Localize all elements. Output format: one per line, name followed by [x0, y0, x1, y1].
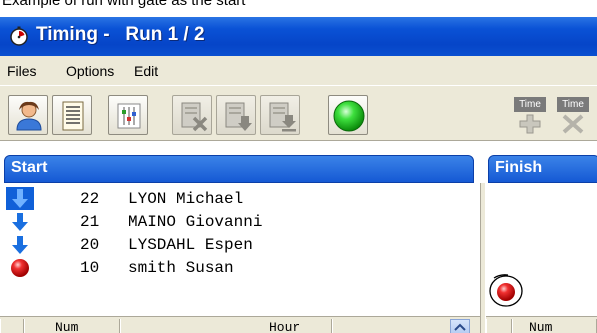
settings-button[interactable]	[108, 95, 148, 135]
delete-document-icon	[181, 102, 208, 132]
stopwatch-icon	[10, 26, 28, 46]
start-row[interactable]: 21 MAINO Giovanni	[6, 210, 474, 233]
green-light-icon	[333, 100, 365, 132]
header-spacer	[0, 319, 24, 333]
start-row[interactable]: 10 smith Susan	[6, 256, 474, 279]
bib-number: 22	[80, 190, 100, 208]
bib-number: 20	[80, 236, 100, 254]
time-add-label: Time	[514, 97, 546, 112]
cross-icon	[562, 114, 584, 134]
start-panel-title: Start	[11, 159, 48, 176]
finish-column-header-num-label: Num	[529, 320, 553, 333]
column-header-num-label: Num	[55, 320, 79, 333]
toolbar: Time Time	[0, 85, 597, 141]
start-row[interactable]: 22 LYON Michael	[6, 187, 474, 210]
move-last-button[interactable]	[260, 95, 300, 135]
finish-red-dot-icon[interactable]	[488, 270, 524, 308]
window-titlebar: Timing - Run 1 / 2	[0, 17, 597, 56]
bib-number: 10	[80, 259, 100, 277]
down-arrow-icon	[12, 213, 28, 231]
red-dot-icon	[11, 259, 29, 277]
move-down-button[interactable]	[216, 95, 256, 135]
caption-text: Example of run with gate as the start	[2, 0, 246, 9]
competitor-name: smith Susan	[128, 259, 234, 277]
finish-table-header: Num	[486, 316, 597, 333]
column-header-num[interactable]: Num	[24, 319, 120, 333]
time-add-button[interactable]: Time	[512, 94, 548, 136]
competitor-name: MAINO Giovanni	[128, 213, 263, 231]
down-arrow-icon	[12, 236, 28, 254]
list-button[interactable]	[52, 95, 92, 135]
menu-bar: Files Options Edit	[0, 56, 597, 85]
start-table-header: Num Hour	[0, 316, 480, 333]
start-panel-header: Start	[4, 155, 474, 183]
column-header-hour-label: Hour	[269, 320, 301, 333]
column-header-empty	[332, 319, 446, 333]
down-arrow-icon	[12, 189, 28, 208]
finish-column-header-num[interactable]: Num	[512, 319, 597, 333]
menu-edit[interactable]: Edit	[134, 63, 158, 79]
finish-panel-header: Finish	[488, 155, 597, 183]
competitor-name: LYSDAHL Espen	[128, 236, 253, 254]
column-header-hour[interactable]: Hour	[120, 319, 332, 333]
scroll-up-button[interactable]	[450, 319, 470, 333]
image-caption: Example of run with gate as the start	[0, 0, 597, 17]
status-light-button[interactable]	[328, 95, 368, 135]
start-row[interactable]: 20 LYSDAHL Espen	[6, 233, 474, 256]
person-icon	[16, 101, 42, 131]
menu-options[interactable]: Options	[66, 63, 114, 79]
document-list-icon	[62, 101, 84, 131]
finish-panel-title: Finish	[495, 159, 543, 176]
competitor-name: LYON Michael	[128, 190, 244, 208]
equalizer-icon	[117, 103, 141, 129]
bib-number: 21	[80, 213, 100, 231]
time-delete-button[interactable]: Time	[555, 94, 591, 136]
time-delete-label: Time	[557, 97, 589, 112]
document-down-icon	[225, 102, 252, 131]
header-spacer	[486, 319, 512, 333]
panel-splitter[interactable]	[480, 183, 486, 333]
delete-record-button[interactable]	[172, 95, 212, 135]
menu-files[interactable]: Files	[7, 63, 37, 79]
competitor-button[interactable]	[8, 95, 48, 135]
plus-icon	[519, 114, 541, 134]
window-title: Timing - Run 1 / 2	[36, 24, 205, 45]
row-selection-marker	[6, 187, 34, 210]
document-down-bar-icon	[269, 102, 296, 132]
chevron-up-icon	[454, 323, 466, 331]
